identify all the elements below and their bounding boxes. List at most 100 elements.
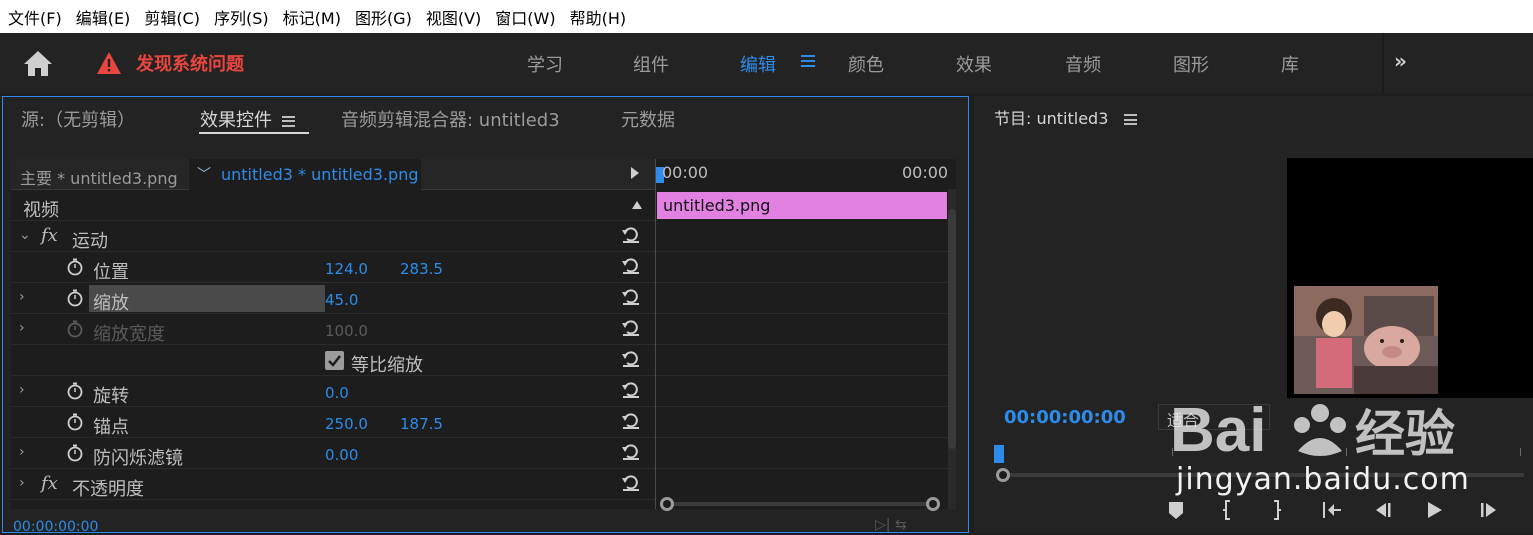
reset-icon[interactable] bbox=[621, 412, 641, 430]
param-row-anchor: 锚点 250.0 187.5 bbox=[11, 407, 655, 438]
sequence-clip-tab[interactable]: ﹀ untitled3 * untitled3.png bbox=[189, 159, 421, 190]
stopwatch-icon[interactable] bbox=[67, 382, 83, 400]
uniform-scale-checkbox[interactable] bbox=[325, 351, 344, 370]
program-title-label: 节目: untitled3 bbox=[994, 109, 1109, 128]
menu-markers[interactable]: 标记(M) bbox=[283, 5, 341, 29]
check-icon bbox=[328, 355, 341, 367]
reset-icon[interactable] bbox=[621, 319, 641, 337]
filter-icons[interactable]: ▷| ⇆ bbox=[875, 517, 907, 533]
chevron-down-icon[interactable]: ⌄ bbox=[19, 227, 31, 243]
workspace-color[interactable]: 颜色 bbox=[848, 51, 884, 77]
position-label: 位置 bbox=[93, 262, 129, 283]
chevron-right-icon[interactable]: › bbox=[19, 289, 25, 305]
chevron-right-icon[interactable]: › bbox=[19, 444, 25, 460]
tab-source[interactable]: 源:（无剪辑） bbox=[21, 106, 135, 132]
warning-icon[interactable] bbox=[96, 51, 122, 75]
timeline-ruler[interactable]: 00:00 00:00 bbox=[656, 159, 956, 189]
workspace-audio[interactable]: 音频 bbox=[1065, 51, 1101, 77]
menu-view[interactable]: 视图(V) bbox=[426, 5, 481, 29]
menu-clip[interactable]: 剪辑(C) bbox=[144, 5, 200, 29]
position-y-value[interactable]: 283.5 bbox=[400, 260, 443, 278]
workspace-libraries[interactable]: 库 bbox=[1281, 51, 1299, 77]
reset-icon[interactable] bbox=[621, 350, 641, 368]
sequence-clip-label: untitled3 * untitled3.png bbox=[221, 165, 419, 184]
tab-audio-clip-mixer[interactable]: 音频剪辑混合器: untitled3 bbox=[341, 106, 560, 132]
stopwatch-icon[interactable] bbox=[67, 444, 83, 462]
uniform-scale-label: 等比缩放 bbox=[351, 355, 423, 376]
collapse-up-icon[interactable] bbox=[631, 200, 643, 210]
program-monitor-title[interactable]: 节目: untitled3 bbox=[994, 105, 1138, 129]
workspace-effects[interactable]: 效果 bbox=[956, 51, 992, 77]
panel-menu-icon[interactable] bbox=[1124, 114, 1138, 125]
effect-row-opacity: › fx 不透明度 bbox=[11, 469, 655, 500]
antiflicker-label: 防闪烁滤镜 bbox=[93, 448, 183, 469]
menu-edit[interactable]: 编辑(E) bbox=[76, 5, 131, 29]
scrollbar-thumb[interactable] bbox=[948, 209, 956, 449]
home-icon[interactable] bbox=[22, 49, 54, 77]
fx-icon[interactable]: fx bbox=[41, 225, 58, 246]
show-timeline-icon[interactable] bbox=[631, 167, 639, 179]
timeline-clip[interactable]: untitled3.png bbox=[657, 192, 947, 219]
divider bbox=[656, 406, 948, 407]
workspace-assembly[interactable]: 组件 bbox=[633, 51, 669, 77]
workspace-learn[interactable]: 学习 bbox=[527, 51, 563, 77]
rotation-label: 旋转 bbox=[93, 386, 129, 407]
effect-controls-list: 主要 * untitled3.png ﹀ untitled3 * untitle… bbox=[11, 159, 655, 509]
stopwatch-icon[interactable] bbox=[67, 413, 83, 431]
scroll-start-handle[interactable] bbox=[996, 468, 1010, 482]
anchor-y-value[interactable]: 187.5 bbox=[400, 415, 443, 433]
timeline-start-time: 00:00 bbox=[662, 163, 709, 182]
tab-effect-controls[interactable]: 效果控件 bbox=[200, 106, 295, 132]
chevron-right-icon[interactable]: › bbox=[19, 382, 25, 398]
position-x-value[interactable]: 124.0 bbox=[325, 260, 368, 278]
stopwatch-icon[interactable] bbox=[67, 258, 83, 276]
scroll-end-handle[interactable] bbox=[926, 497, 940, 511]
horizontal-scrollbar[interactable] bbox=[660, 495, 940, 511]
divider bbox=[656, 313, 948, 314]
more-workspaces-icon[interactable]: » bbox=[1394, 49, 1407, 73]
param-row-rotation: › 旋转 0.0 bbox=[11, 376, 655, 407]
menu-graphics[interactable]: 图形(G) bbox=[355, 5, 412, 29]
reset-icon[interactable] bbox=[621, 381, 641, 399]
effect-controls-timeline[interactable]: 00:00 00:00 untitled3.png bbox=[655, 159, 956, 509]
menu-window[interactable]: 窗口(W) bbox=[495, 5, 555, 29]
workspace-menu-icon[interactable] bbox=[800, 53, 816, 69]
antiflicker-value[interactable]: 0.00 bbox=[325, 446, 358, 464]
panel-menu-icon[interactable] bbox=[282, 115, 295, 127]
divider bbox=[656, 344, 948, 345]
stopwatch-icon[interactable] bbox=[67, 289, 83, 307]
chevron-down-icon[interactable]: ﹀ bbox=[197, 164, 211, 184]
reset-icon[interactable] bbox=[621, 443, 641, 461]
rotation-value[interactable]: 0.0 bbox=[325, 384, 349, 402]
tab-metadata[interactable]: 元数据 bbox=[621, 106, 675, 132]
timeline-end-time: 00:00 bbox=[902, 163, 949, 182]
menu-file[interactable]: 文件(F) bbox=[8, 5, 62, 29]
system-warning-label[interactable]: 发现系统问题 bbox=[136, 50, 244, 76]
master-clip-tab[interactable]: 主要 * untitled3.png bbox=[20, 165, 178, 189]
video-section-label: 视频 bbox=[23, 200, 59, 221]
chevron-right-icon[interactable]: › bbox=[19, 475, 25, 491]
vertical-scrollbar[interactable] bbox=[948, 189, 956, 509]
scale-width-value: 100.0 bbox=[325, 322, 368, 340]
scroll-start-handle[interactable] bbox=[660, 497, 674, 511]
chevron-right-icon[interactable]: › bbox=[19, 320, 25, 336]
reset-icon[interactable] bbox=[621, 257, 641, 275]
reset-icon[interactable] bbox=[621, 474, 641, 492]
workspace-editing[interactable]: 编辑 bbox=[740, 51, 776, 77]
menu-help[interactable]: 帮助(H) bbox=[570, 5, 627, 29]
anchor-x-value[interactable]: 250.0 bbox=[325, 415, 368, 433]
reset-icon[interactable] bbox=[621, 288, 641, 306]
workspace-graphics[interactable]: 图形 bbox=[1173, 51, 1209, 77]
motion-label: 运动 bbox=[72, 231, 108, 252]
param-row-scale-width: › 缩放宽度 100.0 bbox=[11, 314, 655, 345]
program-timecode[interactable]: 00:00:00:00 bbox=[1004, 407, 1126, 428]
menu-sequence[interactable]: 序列(S) bbox=[214, 5, 269, 29]
divider bbox=[656, 282, 948, 283]
timeline-clip-label: untitled3.png bbox=[663, 196, 771, 215]
scale-value[interactable]: 45.0 bbox=[325, 291, 358, 309]
program-playhead[interactable] bbox=[994, 445, 1004, 463]
workspace-bar: 发现系统问题 学习 组件 编辑 颜色 效果 音频 图形 库 » bbox=[0, 33, 1533, 93]
reset-icon[interactable] bbox=[621, 226, 641, 244]
active-tab-indicator bbox=[199, 132, 309, 134]
fx-icon[interactable]: fx bbox=[41, 473, 58, 494]
